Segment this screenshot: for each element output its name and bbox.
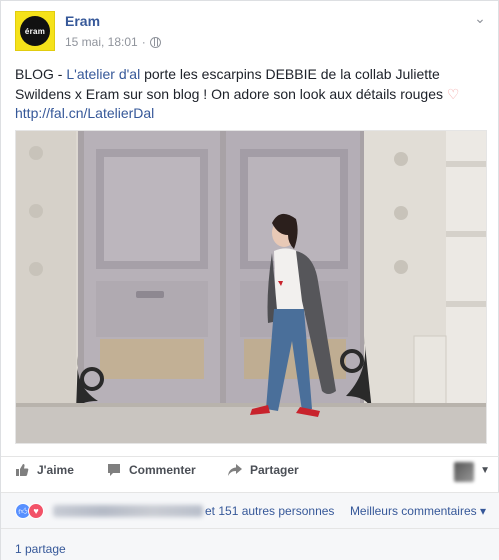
top-comments-dropdown[interactable]: Meilleurs commentaires ▾ (350, 504, 486, 518)
heart-emoji: ♡ (446, 85, 460, 102)
comment-label: Commenter (129, 463, 196, 477)
post-card: éram Eram 15 mai, 18:01 · ⌄ BLOG - L'ate… (0, 0, 499, 560)
timestamp-link[interactable]: 15 mai, 18:01 (65, 35, 138, 49)
mention-link[interactable]: L'atelier d'al (66, 66, 140, 82)
avatar-logo: éram (20, 16, 50, 46)
share-label: Partager (250, 463, 299, 477)
shares-link[interactable]: 1 partage (15, 542, 66, 556)
comment-icon (108, 464, 120, 476)
globe-icon (149, 36, 161, 48)
meta-separator: · (141, 35, 146, 49)
actor-avatar-selector[interactable] (454, 462, 474, 482)
chevron-down-icon[interactable]: ⌄ (472, 11, 488, 25)
comment-button[interactable]: Commenter (107, 463, 196, 477)
chevron-down-icon[interactable]: ▼ (480, 465, 490, 476)
reaction-icons[interactable]: 👍︎ ♥ (15, 503, 44, 519)
post-text-prefix: BLOG - (15, 66, 67, 82)
page-name-link[interactable]: Eram (65, 13, 100, 29)
like-label: J'aime (37, 463, 74, 477)
blurred-names (53, 505, 203, 517)
share-icon (228, 464, 242, 476)
page-avatar[interactable]: éram (15, 11, 55, 51)
share-button[interactable]: Partager (228, 463, 299, 477)
post-photo[interactable] (15, 130, 487, 444)
photo-illustration (16, 131, 486, 443)
love-reaction-icon: ♥ (28, 503, 44, 519)
reactions-bar: 👍︎ ♥ et 151 autres personnes Meilleurs c… (1, 492, 499, 528)
post-url-link[interactable]: http://fal.cn/LatelierDal (15, 105, 154, 121)
action-bar: J'aime Commenter Partager ▼ (1, 456, 499, 486)
shares-row: 1 partage (1, 528, 499, 560)
post-text: BLOG - L'atelier d'al porte les escarpin… (15, 65, 485, 124)
post-meta: 15 mai, 18:01 · (65, 35, 161, 49)
like-button[interactable]: J'aime (15, 463, 74, 477)
post-header: éram Eram 15 mai, 18:01 · ⌄ (1, 1, 499, 59)
reaction-count-link[interactable]: et 151 autres personnes (205, 504, 334, 518)
like-icon (16, 464, 29, 476)
